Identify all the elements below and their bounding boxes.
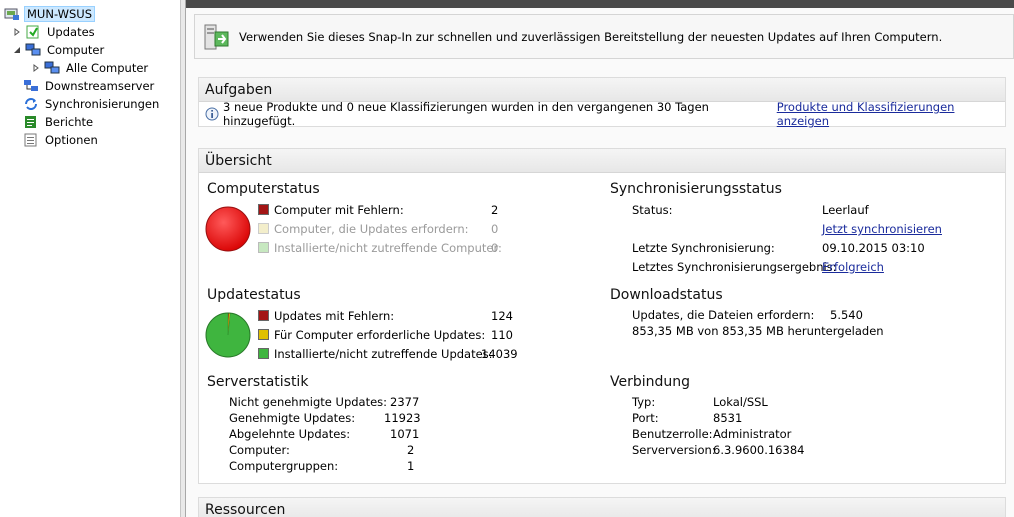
cs-label-0: Computer mit Fehlern: bbox=[274, 203, 404, 217]
conn-label-0: Typ: bbox=[632, 395, 656, 409]
downstream-server-icon bbox=[23, 79, 39, 93]
sync-now-link[interactable]: Jetzt synchronisieren bbox=[822, 222, 942, 236]
ss-value-2: 1071 bbox=[390, 427, 420, 441]
tree-root-mun-wsus[interactable]: MUN-WSUS bbox=[4, 5, 96, 22]
tree-item-downstreamserver[interactable]: Downstreamserver bbox=[23, 77, 156, 94]
conn-value-0: Lokal/SSL bbox=[713, 395, 768, 409]
tree-item-alle-computer[interactable]: Alle Computer bbox=[31, 59, 150, 76]
updates-icon bbox=[25, 25, 41, 39]
download-files-value: 5.540 bbox=[830, 308, 863, 322]
download-files-label: Updates, die Dateien erfordern: bbox=[632, 308, 815, 322]
tree-item-berichte[interactable]: Berichte bbox=[23, 113, 95, 130]
sync-last-value: 09.10.2015 03:10 bbox=[822, 241, 925, 255]
expand-arrow-icon[interactable] bbox=[12, 27, 22, 37]
updatestatus-pie-chart bbox=[205, 312, 251, 358]
cs-value-1: 0 bbox=[491, 222, 499, 236]
conn-value-1: 8531 bbox=[713, 411, 743, 425]
ss-label-1: Genehmigte Updates: bbox=[229, 411, 356, 425]
us-value-2: 14039 bbox=[481, 347, 518, 361]
ss-value-1: 11923 bbox=[384, 411, 421, 425]
sync-icon bbox=[23, 97, 39, 111]
conn-label-3: Serverversion: bbox=[632, 443, 716, 457]
info-icon bbox=[205, 107, 219, 121]
ss-value-4: 1 bbox=[407, 459, 415, 473]
banner-text: Verwenden Sie dieses Snap-In zur schnell… bbox=[239, 29, 943, 44]
server-icon bbox=[4, 7, 20, 21]
tasks-panel: Aufgaben 3 neue Produkte und 0 neue Klas… bbox=[198, 77, 1006, 128]
tasks-title: Aufgaben bbox=[199, 78, 1005, 102]
tree-item-synchronisierungen[interactable]: Synchronisierungen bbox=[23, 95, 161, 112]
updatestatus-title: Updatestatus bbox=[207, 287, 301, 303]
us-label-0: Updates mit Fehlern: bbox=[274, 309, 395, 323]
sync-title: Synchronisierungsstatus bbox=[610, 181, 782, 197]
pie-slice-errors bbox=[205, 206, 251, 252]
options-icon bbox=[23, 133, 39, 147]
ss-label-3: Computer: bbox=[229, 443, 290, 457]
us-label-2: Installierte/nicht zutreffende Updates: bbox=[274, 347, 493, 361]
computer-icon bbox=[25, 43, 41, 57]
download-title: Downloadstatus bbox=[610, 287, 723, 303]
content-pane: Verwenden Sie dieses Snap-In zur schnell… bbox=[186, 0, 1014, 517]
resources-panel: Ressourcen bbox=[198, 497, 1006, 517]
legend-swatch-updates-installed bbox=[258, 348, 269, 359]
connection-title: Verbindung bbox=[610, 374, 691, 390]
sync-status-label: Status: bbox=[632, 203, 673, 217]
wsus-snapin-icon bbox=[203, 22, 231, 52]
reports-icon bbox=[23, 115, 39, 129]
legend-swatch-computer-need-updates bbox=[258, 223, 269, 234]
sync-result-link[interactable]: Erfolgreich bbox=[822, 260, 884, 274]
sync-status-value: Leerlauf bbox=[822, 203, 869, 217]
us-value-1: 110 bbox=[491, 328, 513, 342]
sync-last-label: Letzte Synchronisierung: bbox=[632, 241, 775, 255]
tasks-message: 3 neue Produkte und 0 neue Klassifizieru… bbox=[223, 100, 709, 128]
tree-item-optionen[interactable]: Optionen bbox=[23, 131, 100, 148]
computerstatus-title: Computerstatus bbox=[207, 181, 320, 197]
collapse-arrow-icon[interactable] bbox=[12, 45, 22, 55]
conn-value-3: 6.3.9600.16384 bbox=[713, 443, 805, 457]
intro-banner: Verwenden Sie dieses Snap-In zur schnell… bbox=[194, 14, 1014, 59]
cs-value-0: 2 bbox=[491, 203, 499, 217]
ss-label-2: Abgelehnte Updates: bbox=[229, 427, 351, 441]
cs-value-2: 0 bbox=[491, 241, 499, 255]
expand-arrow-icon[interactable] bbox=[31, 63, 41, 73]
ss-label-0: Nicht genehmigte Updates: bbox=[229, 395, 388, 409]
cs-label-2: Installierte/nicht zutreffende Computer: bbox=[274, 241, 502, 255]
overview-panel: Übersicht Computerstatus Computer mit Fe… bbox=[198, 148, 1006, 484]
resources-title: Ressourcen bbox=[199, 498, 1005, 517]
legend-swatch-computer-errors bbox=[258, 204, 269, 215]
cs-label-1: Computer, die Updates erfordern: bbox=[274, 222, 469, 236]
tree-item-computer[interactable]: Computer bbox=[12, 41, 106, 58]
ss-value-0: 2377 bbox=[390, 395, 420, 409]
ss-value-3: 2 bbox=[407, 443, 415, 457]
sync-result-label: Letztes Synchronisierungsergebnis: bbox=[632, 260, 837, 274]
download-progress-text: 853,35 MB von 853,35 MB heruntergeladen bbox=[632, 324, 884, 338]
legend-swatch-updates-needed bbox=[258, 329, 269, 340]
products-classifications-link[interactable]: Produkte und Klassifizierungen anzeigen bbox=[777, 100, 1005, 128]
navigation-tree: MUN-WSUS Updates Computer Alle Computer … bbox=[0, 0, 180, 517]
us-label-1: Für Computer erforderliche Updates: bbox=[274, 328, 486, 342]
computer-group-icon bbox=[44, 61, 60, 75]
legend-swatch-computer-installed bbox=[258, 242, 269, 253]
serverstatistik-title: Serverstatistik bbox=[207, 374, 309, 390]
overview-title: Übersicht bbox=[199, 149, 1005, 173]
ss-label-4: Computergruppen: bbox=[229, 459, 339, 473]
us-value-0: 124 bbox=[491, 309, 513, 323]
conn-label-2: Benutzerrolle: bbox=[632, 427, 713, 441]
header-strip bbox=[186, 0, 1014, 8]
tree-item-updates[interactable]: Updates bbox=[12, 23, 97, 40]
computerstatus-pie-chart bbox=[205, 206, 251, 252]
legend-swatch-updates-errors bbox=[258, 310, 269, 321]
conn-value-2: Administrator bbox=[713, 427, 792, 441]
conn-label-1: Port: bbox=[632, 411, 659, 425]
